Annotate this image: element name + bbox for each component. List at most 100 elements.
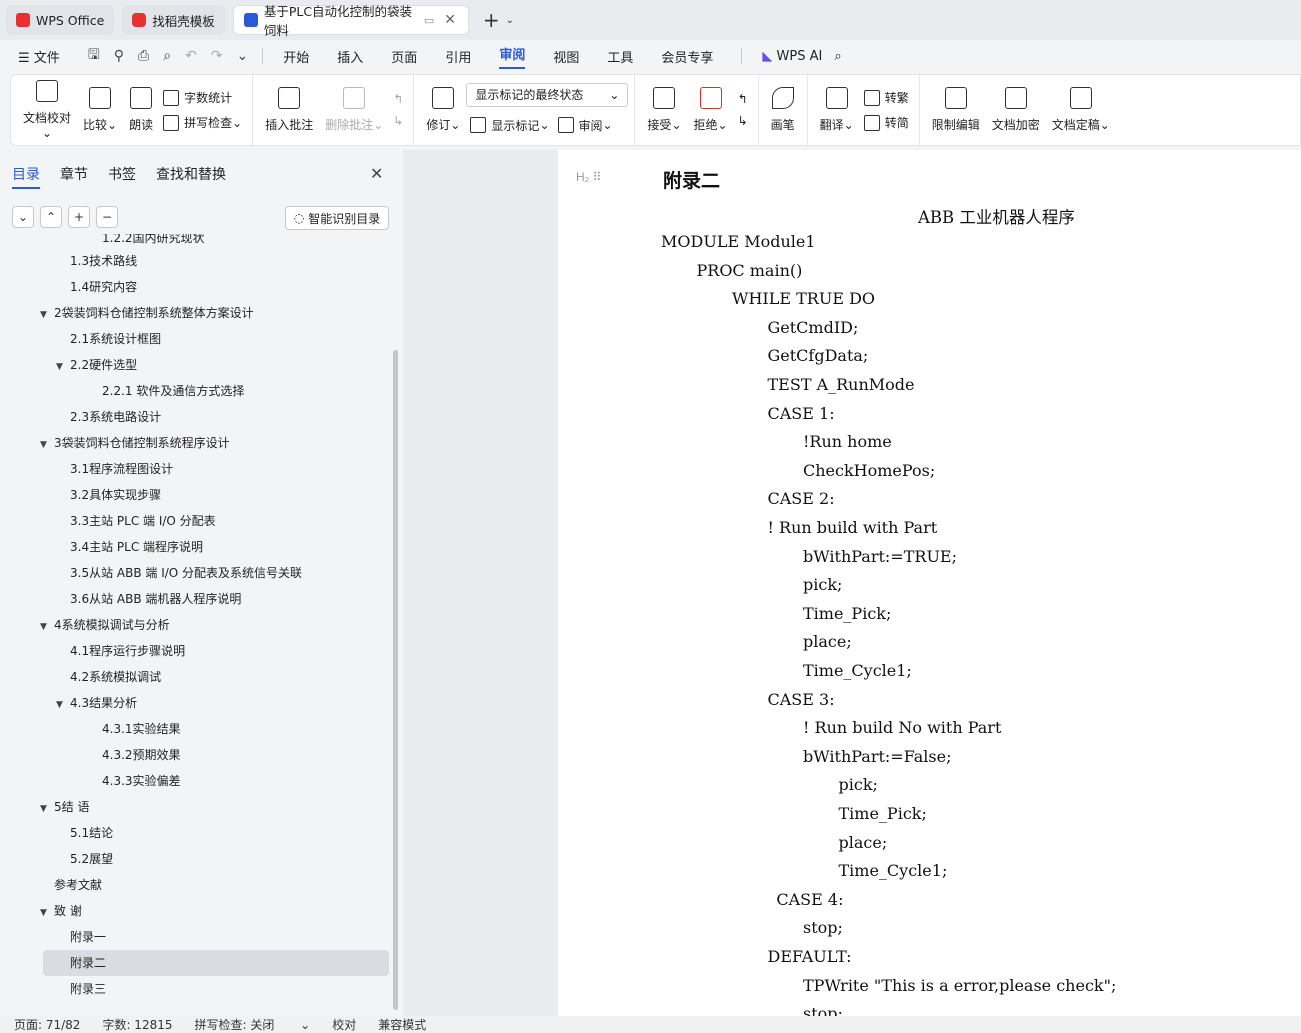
insert-comment-button[interactable]: 插入批注: [265, 87, 313, 133]
next-change-button[interactable]: ↳: [738, 114, 748, 128]
menu-reference[interactable]: 引用: [445, 47, 471, 66]
menu-review[interactable]: 审阅: [499, 44, 526, 69]
share-icon[interactable]: ⚲: [114, 48, 124, 64]
menu-page[interactable]: 页面: [391, 47, 417, 66]
menu-tools[interactable]: 工具: [607, 47, 633, 66]
toc-item[interactable]: 1.3技术路线: [0, 248, 392, 274]
more-icon[interactable]: ⌄: [237, 48, 249, 64]
toc-item[interactable]: 附录一: [0, 924, 392, 950]
expand-triangle-icon[interactable]: ▼: [56, 692, 70, 718]
toc-item[interactable]: 4.3.3实验偏差: [0, 768, 392, 794]
delete-comment-button[interactable]: 删除批注⌄: [325, 87, 383, 133]
toc-item[interactable]: ▼ 4.3结果分析: [0, 690, 392, 716]
tab-toc[interactable]: 目录: [12, 164, 40, 189]
next-comment-button[interactable]: ↳: [393, 114, 403, 128]
save-icon[interactable]: 🖫: [88, 44, 100, 68]
document-page[interactable]: H₂ ⠿ 附录二 ABB 工业机器人程序 MODULE Module1 PROC …: [558, 150, 1301, 1016]
prev-comment-button[interactable]: ↰: [393, 92, 403, 106]
toc-item[interactable]: 3.4主站 PLC 端程序说明: [0, 534, 392, 560]
toc-item[interactable]: 4.2系统模拟调试: [0, 664, 392, 690]
read-aloud-button[interactable]: 朗读: [129, 87, 153, 133]
prev-change-button[interactable]: ↰: [738, 92, 748, 106]
toc-item[interactable]: 3.3主站 PLC 端 I/O 分配表: [0, 508, 392, 534]
smart-toc-button[interactable]: ◌ 智能识别目录: [285, 206, 389, 230]
pen-button[interactable]: 画笔: [771, 87, 795, 133]
tab-find-replace[interactable]: 查找和替换: [156, 164, 226, 189]
window-mode-icon[interactable]: ▭: [424, 14, 434, 27]
tab-sections[interactable]: 章节: [60, 164, 88, 189]
tab-document[interactable]: 基于PLC自动化控制的袋装饲料 ▭ ✕: [232, 4, 469, 38]
search-icon[interactable]: ⌕: [834, 49, 841, 64]
toc-item[interactable]: 3.2具体实现步骤: [0, 482, 392, 508]
finalize-button[interactable]: 文档定稿⌄: [1052, 87, 1110, 133]
collapse-icon[interactable]: ⌄: [12, 206, 34, 228]
to-simplified-button[interactable]: 转简: [863, 114, 909, 131]
spell-check-button[interactable]: 拼写检查 ⌄: [163, 114, 242, 131]
reject-button[interactable]: 拒绝⌄: [694, 87, 728, 133]
tab-wps-office[interactable]: WPS Office: [6, 5, 115, 35]
toc-item[interactable]: 5.1结论: [0, 820, 392, 846]
toc-item[interactable]: 3.1程序流程图设计: [0, 456, 392, 482]
print-preview-icon[interactable]: ⌕: [163, 48, 171, 64]
menu-insert[interactable]: 插入: [337, 47, 363, 66]
page-indicator[interactable]: 页面: 71/82: [14, 1016, 80, 1033]
toc-item[interactable]: 4.3.1实验结果: [0, 716, 392, 742]
expand-triangle-icon[interactable]: ▼: [40, 614, 54, 640]
toc-item[interactable]: ▼ 3袋装饲料仓储控制系统程序设计: [0, 430, 392, 456]
markup-state-select[interactable]: 显示标记的最终状态 ⌄: [466, 82, 629, 107]
toc-item[interactable]: ▼ 2.2硬件选型: [0, 352, 392, 378]
toc-item[interactable]: 附录三: [0, 976, 392, 1002]
word-count-button[interactable]: 字数统计: [163, 89, 242, 106]
doc-check-button[interactable]: 文档校对 ⌄: [23, 80, 71, 140]
expand-triangle-icon[interactable]: ▼: [40, 432, 54, 458]
close-icon[interactable]: ✕: [444, 12, 456, 28]
toc-item[interactable]: 1.2.2国内研究现状: [0, 234, 392, 248]
revise-button[interactable]: 修订⌄: [426, 87, 460, 133]
chevron-down-icon[interactable]: ⌄: [506, 15, 514, 26]
wps-ai-button[interactable]: ◣ WPS AI: [762, 49, 822, 64]
toc-item[interactable]: ▼ 2袋装饲料仓储控制系统整体方案设计: [0, 300, 392, 326]
expand-triangle-icon[interactable]: ▼: [40, 900, 54, 926]
toc-item[interactable]: 4.1程序运行步骤说明: [0, 638, 392, 664]
spell-status[interactable]: 拼写检查: 关闭 ⌄: [195, 1016, 311, 1033]
translate-button[interactable]: 翻译⌄: [820, 87, 854, 133]
expand-triangle-icon[interactable]: ▼: [40, 302, 54, 328]
review-pane-button[interactable]: 审阅 ⌄: [557, 117, 613, 134]
compare-button[interactable]: 比较⌄: [83, 87, 117, 133]
show-markup-button[interactable]: 显示标记 ⌄: [470, 117, 550, 134]
remove-icon[interactable]: −: [96, 206, 118, 228]
toc-item[interactable]: 2.1系统设计框图: [0, 326, 392, 352]
close-icon[interactable]: ✕: [370, 164, 383, 183]
expand-triangle-icon[interactable]: ▼: [40, 796, 54, 822]
toc-item[interactable]: 2.3系统电路设计: [0, 404, 392, 430]
to-traditional-button[interactable]: 转繁: [863, 89, 909, 106]
word-count[interactable]: 字数: 12815: [102, 1016, 172, 1033]
toc-item[interactable]: ▼ 5结 语: [0, 794, 392, 820]
menu-member[interactable]: 会员专享: [661, 47, 713, 66]
add-icon[interactable]: +: [68, 206, 90, 228]
menu-view[interactable]: 视图: [553, 47, 579, 66]
proof-status[interactable]: 校对: [332, 1016, 356, 1033]
expand-icon[interactable]: ⌃: [40, 206, 62, 228]
toc-item[interactable]: ▼ 4系统模拟调试与分析: [0, 612, 392, 638]
toc-item[interactable]: 2.2.1 软件及通信方式选择: [0, 378, 392, 404]
undo-icon[interactable]: ↶: [185, 48, 197, 64]
toc-item[interactable]: 5.2展望: [0, 846, 392, 872]
toc-scrollbar[interactable]: [393, 350, 398, 1010]
menu-start[interactable]: 开始: [283, 47, 309, 66]
restrict-edit-button[interactable]: 限制编辑: [932, 87, 980, 133]
toc-item[interactable]: ▼ 致 谢: [0, 898, 392, 924]
expand-triangle-icon[interactable]: ▼: [56, 354, 70, 380]
toc-item[interactable]: 3.6从站 ABB 端机器人程序说明: [0, 586, 392, 612]
toc-item[interactable]: 1.4研究内容: [0, 274, 392, 300]
print-icon[interactable]: ⎙: [138, 48, 149, 64]
accept-button[interactable]: 接受⌄: [647, 87, 682, 133]
tab-bookmarks[interactable]: 书签: [108, 164, 136, 189]
encrypt-button[interactable]: 文档加密: [992, 87, 1040, 133]
redo-icon[interactable]: ↷: [211, 48, 223, 64]
toc-item[interactable]: 参考文献: [0, 872, 392, 898]
tab-template[interactable]: 找稻壳模板: [122, 5, 225, 35]
toc-item[interactable]: 3.5从站 ABB 端 I/O 分配表及系统信号关联: [0, 560, 392, 586]
new-tab-icon[interactable]: +: [483, 8, 500, 32]
file-menu[interactable]: ☰ 文件: [18, 47, 60, 66]
